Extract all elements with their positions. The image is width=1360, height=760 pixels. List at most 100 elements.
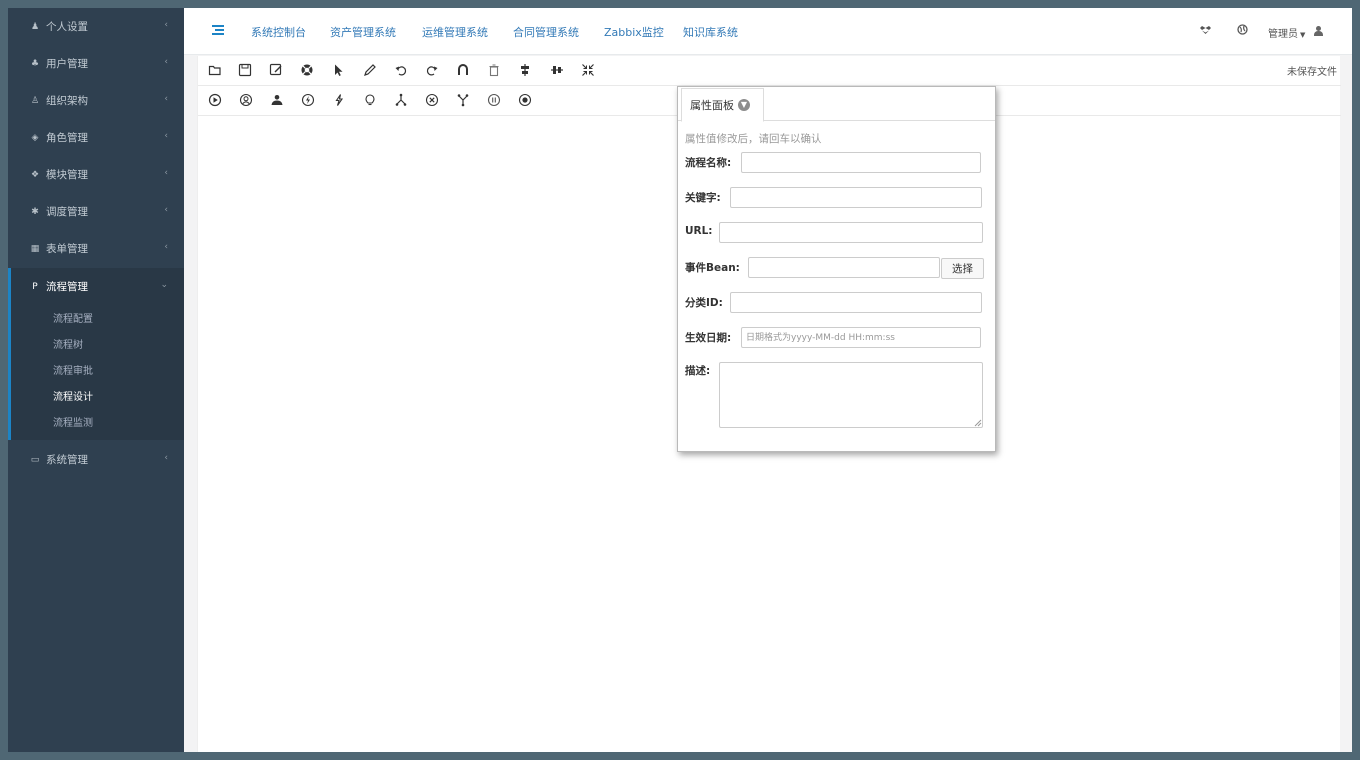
sidebar-subitem-process-tree[interactable]: 流程树 bbox=[11, 331, 184, 357]
effective-date-field[interactable] bbox=[741, 327, 981, 348]
lightbulb-icon[interactable] bbox=[363, 93, 377, 107]
tab-ops-management[interactable]: 运维管理系统 bbox=[422, 24, 488, 40]
sidebar-item-label: 调度管理 bbox=[46, 206, 88, 218]
description-label: 描述: bbox=[685, 365, 711, 377]
sidebar-item-label: 表单管理 bbox=[46, 243, 88, 255]
magnet-icon[interactable] bbox=[456, 63, 470, 77]
globe-icon[interactable] bbox=[1237, 24, 1248, 38]
sidebar-item-process-management[interactable]: P 流程管理 ⌄ bbox=[11, 268, 184, 305]
flow-name-field[interactable] bbox=[741, 152, 981, 173]
sidebar-item-module-management[interactable]: ❖ 模块管理 ‹ bbox=[8, 156, 184, 193]
sidebar-item-label: 角色管理 bbox=[46, 132, 88, 144]
panel-hint: 属性值修改后，请回车以确认 bbox=[685, 133, 822, 145]
url-field[interactable] bbox=[719, 222, 983, 243]
sidebar-subitem-process-approval[interactable]: 流程审批 bbox=[11, 357, 184, 383]
sidebar-item-org-structure[interactable]: ♙ 组织架构 ‹ bbox=[8, 82, 184, 119]
asterisk-icon: ✱ bbox=[31, 206, 39, 217]
sidebar-subitem-process-design[interactable]: 流程设计 bbox=[11, 382, 184, 408]
category-id-field[interactable] bbox=[730, 292, 982, 313]
trash-icon[interactable] bbox=[487, 63, 501, 77]
tab-properties[interactable]: 属性面板 ▼ bbox=[681, 88, 764, 122]
sidebar-item-user-management[interactable]: ♣ 用户管理 ‹ bbox=[8, 45, 184, 82]
chevron-left-icon: ‹ bbox=[164, 20, 168, 30]
sidebar: ♟ 个人设置 ‹ ♣ 用户管理 ‹ ♙ 组织架构 ‹ ◈ 角色管理 ‹ ❖ 模块… bbox=[8, 8, 184, 752]
tab-asset-management[interactable]: 资产管理系统 bbox=[330, 24, 396, 40]
sidebar-group-process-management: P 流程管理 ⌄ 流程配置 流程树 流程审批 流程设计 流程监测 bbox=[8, 268, 184, 440]
event-bean-field[interactable] bbox=[748, 257, 940, 278]
join-icon[interactable] bbox=[456, 93, 470, 107]
sidebar-subitem-process-monitor[interactable]: 流程监测 bbox=[11, 408, 184, 434]
tab-zabbix-monitor[interactable]: Zabbix监控 bbox=[604, 24, 664, 40]
user-group-icon[interactable] bbox=[270, 93, 284, 107]
app-window: ♟ 个人设置 ‹ ♣ 用户管理 ‹ ♙ 组织架构 ‹ ◈ 角色管理 ‹ ❖ 模块… bbox=[8, 8, 1352, 752]
sidebar-item-system-management[interactable]: ▭ 系统管理 ‹ bbox=[8, 441, 184, 478]
chevron-left-icon: ‹ bbox=[164, 94, 168, 104]
eye-slash-icon: ◈ bbox=[31, 132, 39, 143]
paypal-icon: P bbox=[32, 281, 38, 292]
sidebar-submenu: 流程配置 流程树 流程审批 流程设计 流程监测 bbox=[11, 305, 184, 440]
undo-icon[interactable] bbox=[394, 63, 408, 77]
chevron-left-icon: ‹ bbox=[164, 242, 168, 252]
pointer-icon[interactable] bbox=[331, 63, 345, 77]
folder-open-icon[interactable] bbox=[208, 63, 222, 77]
bolt-circle-icon[interactable] bbox=[301, 93, 315, 107]
menu-toggle-icon[interactable] bbox=[212, 25, 224, 35]
select-event-bean-button[interactable]: 选择 bbox=[941, 258, 984, 279]
user-icon[interactable] bbox=[1314, 26, 1323, 36]
keyword-field[interactable] bbox=[730, 187, 982, 208]
redo-icon[interactable] bbox=[425, 63, 439, 77]
sidebar-item-label: 组织架构 bbox=[46, 95, 88, 107]
panel-tab-bar: 属性面板 ▼ bbox=[678, 87, 995, 122]
resize-grip-icon[interactable] bbox=[973, 418, 982, 427]
unsaved-status: 未保存文件 bbox=[1287, 67, 1337, 78]
sidebar-item-schedule-management[interactable]: ✱ 调度管理 ‹ bbox=[8, 193, 184, 230]
sidebar-item-label: 系统管理 bbox=[46, 454, 88, 466]
chevron-left-icon: ‹ bbox=[164, 57, 168, 67]
cubes-icon: ❖ bbox=[30, 169, 40, 180]
tab-knowledge-base[interactable]: 知识库系统 bbox=[683, 24, 738, 40]
fork-icon[interactable] bbox=[394, 93, 408, 107]
tab-contract-management[interactable]: 合同管理系统 bbox=[513, 24, 579, 40]
tab-system-console[interactable]: 系统控制台 bbox=[251, 24, 306, 40]
keyword-label: 关键字: bbox=[685, 192, 721, 204]
dropbox-icon[interactable] bbox=[1200, 24, 1211, 38]
th-large-icon: ▦ bbox=[30, 243, 40, 254]
sidebar-item-personal-settings[interactable]: ♟ 个人设置 ‹ bbox=[8, 8, 184, 45]
laptop-icon: ▭ bbox=[30, 454, 40, 465]
event-bean-label: 事件Bean: bbox=[685, 262, 740, 274]
flash-icon[interactable] bbox=[332, 93, 346, 107]
compress-icon[interactable] bbox=[581, 63, 595, 77]
align-center-icon[interactable] bbox=[518, 63, 532, 77]
close-circle-icon[interactable] bbox=[425, 93, 439, 107]
panel-tab-label: 属性面板 bbox=[690, 99, 734, 112]
pause-circle-icon[interactable] bbox=[487, 93, 501, 107]
description-field[interactable] bbox=[719, 362, 983, 428]
category-id-label: 分类ID: bbox=[685, 297, 723, 309]
collapse-down-icon[interactable]: ▼ bbox=[738, 99, 750, 111]
sidebar-item-label: 个人设置 bbox=[46, 21, 88, 33]
sidebar-item-form-management[interactable]: ▦ 表单管理 ‹ bbox=[8, 230, 184, 267]
sidebar-item-role-management[interactable]: ◈ 角色管理 ‹ bbox=[8, 119, 184, 156]
save-as-icon[interactable] bbox=[269, 63, 283, 77]
sidebar-subitem-process-config[interactable]: 流程配置 bbox=[11, 305, 184, 331]
chevron-left-icon: ‹ bbox=[164, 205, 168, 215]
save-icon[interactable] bbox=[238, 63, 252, 77]
sidebar-item-label: 用户管理 bbox=[46, 58, 88, 70]
admin-dropdown[interactable]: 管理员 ▼ bbox=[1268, 25, 1305, 40]
users-icon: ♣ bbox=[30, 58, 40, 69]
designer-toolbar-main: 未保存文件 bbox=[198, 56, 1341, 86]
caret-down-icon: ▼ bbox=[1300, 31, 1306, 39]
properties-panel: 属性面板 ▼ 属性值修改后，请回车以确认 流程名称: 关键字: URL: 事件B… bbox=[677, 86, 996, 452]
top-navbar: 系统控制台 资产管理系统 运维管理系统 合同管理系统 Zabbix监控 知识库系… bbox=[184, 8, 1352, 55]
play-circle-icon[interactable] bbox=[208, 93, 222, 107]
effective-date-label: 生效日期: bbox=[685, 332, 732, 344]
chevron-down-icon: ⌄ bbox=[160, 280, 168, 290]
stop-circle-icon[interactable] bbox=[518, 93, 532, 107]
life-ring-icon[interactable] bbox=[300, 63, 314, 77]
pencil-icon[interactable] bbox=[363, 63, 377, 77]
chevron-left-icon: ‹ bbox=[164, 453, 168, 463]
align-middle-icon[interactable] bbox=[550, 63, 564, 77]
flow-name-label: 流程名称: bbox=[685, 157, 732, 169]
user-circle-icon[interactable] bbox=[239, 93, 253, 107]
chevron-left-icon: ‹ bbox=[164, 131, 168, 141]
